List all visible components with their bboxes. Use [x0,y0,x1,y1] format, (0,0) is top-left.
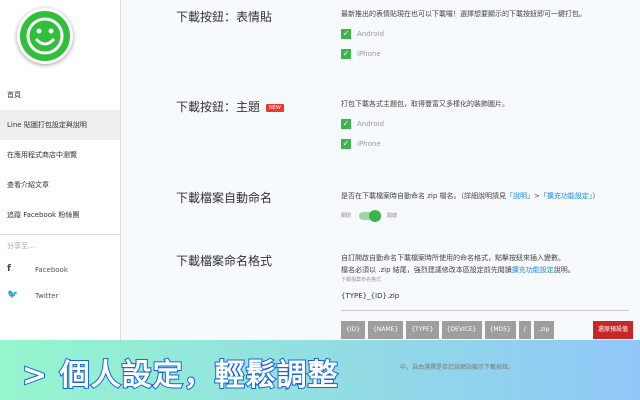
share-twitter-label: Twitter [35,292,59,300]
check-icon: ✓ [341,119,351,129]
nav-facebook-fanpage[interactable]: 追蹤 Facebook 粉絲團 [0,200,120,230]
promo-banner: 中，自由選擇是否於該網站顯示下載按鈕。 > 個人設定，輕鬆調整 [0,340,640,400]
insert-device-button[interactable]: {DEVICE} [441,321,482,339]
toggle-off-label: 關閉 [341,213,352,219]
auto-name-toggle[interactable]: 關閉 開啟 [341,210,631,222]
sticker-android-checkbox[interactable]: ✓ Android [341,28,631,48]
reset-default-button[interactable]: 還原預設值 [592,321,633,339]
name-format-desc2: 檔名必須以 .zip 結尾，強烈建議修改本區設定前先閱讀擴充功能設定說明。 [341,266,575,274]
new-badge: NEW [266,103,284,112]
theme-download-label: 下載按鈕：主題 NEW [176,98,284,115]
theme-download-desc: 打包下載各式主題包，取得豐富又多樣化的裝飾圖片。 [341,100,509,108]
name-format-input[interactable]: {TYPE}_{ID}.zip [341,284,629,311]
check-icon: ✓ [341,139,351,149]
nav-line-settings[interactable]: Line 貼圖打包設定與說明 [0,110,120,140]
twitter-icon: 🐦 [7,290,19,300]
insert-name-button[interactable]: {NAME} [368,321,404,339]
share-label: 分享至... [7,242,35,250]
help-link[interactable]: 「說明」 [506,192,534,200]
sticker-iphone-checkbox[interactable]: ✓ iPhone [341,48,631,68]
field-label: 下載檔案命名格式 [341,277,382,283]
nav-app-store[interactable]: 在應用程式商店中瀏覽 [0,140,120,170]
banner-headline: > 個人設定，輕鬆調整 [21,357,339,394]
checkbox-label: iPhone [357,50,381,58]
share-facebook-label: Facebook [35,266,68,274]
share-twitter[interactable]: 🐦 Twitter [0,283,120,309]
check-icon: ✓ [341,29,351,39]
theme-iphone-checkbox[interactable]: ✓ iPhone [341,138,631,158]
checkbox-label: Android [357,120,385,128]
checkbox-label: iPhone [357,140,381,148]
facebook-icon: f [7,264,11,274]
share-facebook[interactable]: f Facebook [0,257,120,283]
app-logo-smiley-icon [17,8,73,64]
theme-android-checkbox[interactable]: ✓ Android [341,118,631,138]
nav-article[interactable]: 查看介紹文章 [0,170,120,200]
sticker-download-desc: 最新推出的表情貼現在也可以下載囉！選擇想要顯示的下載按鈕即可一鍵打包。 [341,10,586,18]
obscured-desc: 中，自由選擇是否於該網站顯示下載按鈕。 [400,364,515,371]
toggle-on-label: 開啟 [387,213,398,219]
extension-settings-link[interactable]: 「擴充功能設定」 [540,192,593,200]
insert-type-button[interactable]: {TYPE} [406,321,439,339]
insert-zip-button[interactable]: .zip [533,321,555,339]
insert-md5-button[interactable]: {MD5} [484,321,516,339]
nav-home[interactable]: 首頁 [0,80,120,110]
theme-download-label-text: 下載按鈕：主題 [176,100,261,114]
checkbox-label: Android [357,30,385,38]
name-format-label: 下載檔案命名格式 [176,254,273,268]
insert-id-button[interactable]: {ID} [341,321,366,339]
auto-name-desc: 是否在下載檔案時自動命名 zip 檔名。（詳細說明請見「說明」>「擴充功能設定」… [341,192,600,200]
name-format-desc1: 自訂開啟自動命名下載檔案時所使用的命名格式，點擊按鈕來插入變數。 [341,254,565,262]
sticker-download-label: 下載按鈕：表情貼 [176,10,273,24]
toggle-switch[interactable] [359,210,382,222]
check-icon: ✓ [341,49,351,59]
extension-settings-link[interactable]: 擴充功能設定 [512,266,554,274]
auto-name-label: 下載檔案自動命名 [176,191,273,205]
insert-slash-button[interactable]: / [518,321,531,339]
